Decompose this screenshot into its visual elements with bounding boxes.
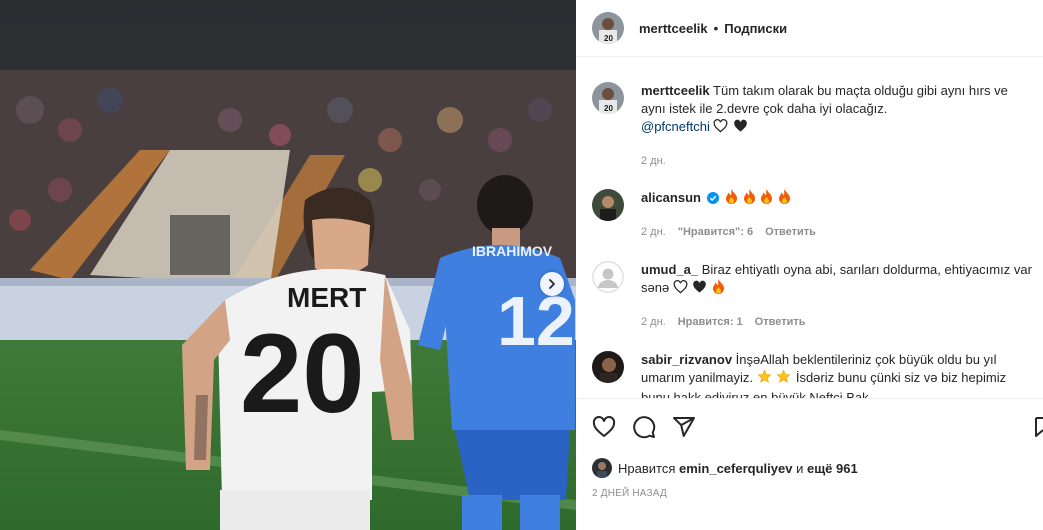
post-details-panel: 20 merttceelik • Подписки 20 merttceelik… xyxy=(576,0,1043,530)
comment-item: umud_a_ Biraz ehtiyatlı oyna abi, sarıla… xyxy=(592,261,1032,331)
commenter-username[interactable]: alicansun xyxy=(641,190,701,205)
comment-likes[interactable]: "Нравится": 6 xyxy=(678,223,753,241)
liker-username[interactable]: emin_ceferquliyev xyxy=(679,461,792,476)
comment-icon[interactable] xyxy=(632,415,656,442)
likes-conjunction: и xyxy=(796,460,804,476)
post-header: 20 merttceelik • Подписки xyxy=(576,0,1043,57)
front-player-name: MERT xyxy=(287,282,366,313)
verified-icon xyxy=(706,191,719,209)
likes-summary: Нравится emin_ceferquliyev и ещё 961 xyxy=(592,458,858,478)
back-player-number: 12 xyxy=(497,282,575,360)
caption-avatar[interactable]: 20 xyxy=(592,82,624,114)
commenter-username[interactable]: umud_a_ xyxy=(641,262,698,277)
post-date[interactable]: 2 ДНЕЙ НАЗАД xyxy=(592,488,667,499)
front-player-number: 20 xyxy=(240,311,365,436)
fire-icon xyxy=(760,189,773,209)
caption-mention[interactable]: @pfcneftchi xyxy=(641,119,710,134)
black-heart-icon xyxy=(733,119,748,138)
fire-icon xyxy=(712,279,725,299)
svg-text:20: 20 xyxy=(604,104,613,113)
caption: 20 merttceelik Tüm takım olarak bu maçta… xyxy=(592,82,1032,170)
likes-prefix: Нравится xyxy=(618,460,676,476)
reply-button[interactable]: Ответить xyxy=(755,313,806,331)
liker-avatar[interactable] xyxy=(592,458,612,478)
commenter-avatar[interactable] xyxy=(592,189,624,221)
white-heart-icon xyxy=(673,280,688,299)
share-icon[interactable] xyxy=(672,415,696,442)
chevron-right-icon xyxy=(546,278,558,290)
reply-button[interactable]: Ответить xyxy=(765,223,816,241)
commenter-username[interactable]: sabir_rizvanov xyxy=(641,352,732,367)
heart-icon[interactable] xyxy=(592,415,616,442)
author-username[interactable]: merttceelik xyxy=(639,21,708,36)
author-avatar[interactable]: 20 xyxy=(592,12,624,44)
star-icon xyxy=(757,369,772,389)
comment-item: sabir_rizvanov İnşəAllah beklentileriniz… xyxy=(592,351,1032,398)
black-heart-icon xyxy=(692,280,707,299)
svg-text:20: 20 xyxy=(604,34,613,43)
fire-icon xyxy=(743,189,756,209)
commenter-avatar[interactable] xyxy=(592,351,624,383)
comment-likes[interactable]: Нравится: 1 xyxy=(678,313,743,331)
action-bar xyxy=(576,398,1043,454)
following-button[interactable]: Подписки xyxy=(724,21,787,36)
header-separator: • xyxy=(713,20,719,36)
caption-username[interactable]: merttceelik xyxy=(641,83,710,98)
comments-list[interactable]: 20 merttceelik Tüm takım olarak bu maçta… xyxy=(576,58,1043,398)
caption-time[interactable]: 2 дн. xyxy=(641,152,666,170)
commenter-avatar[interactable] xyxy=(592,261,624,293)
back-player-name: IBRAHIMOV xyxy=(472,243,553,259)
star-icon xyxy=(776,369,791,389)
post-photo: IBRAHIMOV 12 MERT 20 xyxy=(0,0,576,530)
bookmark-icon[interactable] xyxy=(1035,415,1043,442)
likes-count[interactable]: ещё 961 xyxy=(807,461,858,476)
next-photo-button[interactable] xyxy=(540,272,564,296)
comment-item: alicansun 2 дн. "Нравится": 6 Ответить xyxy=(592,189,1032,241)
fire-icon xyxy=(725,189,738,209)
fire-icon xyxy=(778,189,791,209)
white-heart-icon xyxy=(713,119,728,138)
comment-time[interactable]: 2 дн. xyxy=(641,313,666,331)
comment-time[interactable]: 2 дн. xyxy=(641,223,666,241)
